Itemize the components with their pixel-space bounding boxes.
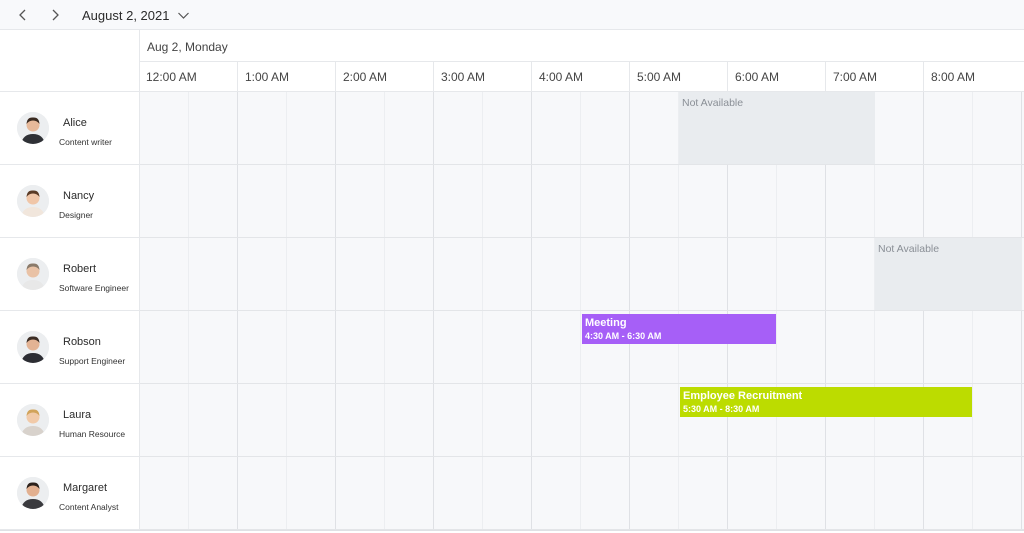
chevron-left-icon xyxy=(19,9,26,21)
time-slot-header: 7:00 AM xyxy=(825,62,923,92)
avatar xyxy=(17,331,49,363)
hour-gridline xyxy=(1021,92,1022,530)
hour-gridline xyxy=(237,92,238,530)
next-button[interactable] xyxy=(44,4,66,26)
appointment-title: Employee Recruitment xyxy=(683,390,803,402)
resource-row: Nancy Designer xyxy=(0,165,140,238)
avatar xyxy=(17,477,49,509)
scheduler-timeline: Aug 2, Monday 12:00 AM 1:00 AM 2:00 AM 3:00… xyxy=(0,30,1024,533)
avatar xyxy=(17,258,49,290)
resource-role: Human Resource xyxy=(59,429,126,439)
resource-name: Alice xyxy=(63,117,87,129)
appointment-time: 4:30 AM - 6:30 AM xyxy=(585,331,662,341)
time-slot-header: 6:00 AM xyxy=(727,62,825,92)
resource-name: Robson xyxy=(63,336,101,348)
bottom-divider xyxy=(0,530,1024,531)
hour-gridline xyxy=(531,92,532,530)
time-slot-header: 5:00 AM xyxy=(629,62,727,92)
avatar xyxy=(17,112,49,144)
hour-gridline xyxy=(629,92,630,530)
header-corner xyxy=(0,30,140,92)
time-slot-header: 1:00 AM xyxy=(237,62,335,92)
half-hour-gridline xyxy=(482,92,483,530)
resource-role: Designer xyxy=(59,210,94,220)
avatar xyxy=(17,404,49,436)
date-header-label: Aug 2, Monday xyxy=(147,40,228,54)
resource-row: Margaret Content Analyst xyxy=(0,457,140,530)
time-slot-header: 2:00 AM xyxy=(335,62,433,92)
blocked-time: Not Available xyxy=(679,92,875,164)
blocked-time-label: Not Available xyxy=(878,243,940,255)
scheduler-toolbar: August 2, 2021 xyxy=(0,0,1024,30)
hour-gridline xyxy=(335,92,336,530)
row-gridline xyxy=(140,310,1024,311)
hour-gridline xyxy=(923,92,924,530)
chevron-right-icon xyxy=(52,9,59,21)
date-header[interactable]: Aug 2, Monday xyxy=(140,30,1024,62)
resource-role: Content writer xyxy=(59,137,112,147)
blocked-time-label: Not Available xyxy=(682,97,744,109)
row-gridline xyxy=(140,164,1024,165)
resource-row: Laura Human Resource xyxy=(0,384,140,457)
resource-role: Software Engineer xyxy=(59,283,129,293)
half-hour-gridline xyxy=(188,92,189,530)
time-slot-header: 12:00 AM xyxy=(146,70,197,84)
half-hour-gridline xyxy=(972,92,973,530)
appointment-time: 5:30 AM - 8:30 AM xyxy=(683,404,760,414)
appointment-title: Meeting xyxy=(585,317,627,329)
appointment[interactable]: Meeting 4:30 AM - 6:30 AM xyxy=(582,314,776,344)
date-range-picker[interactable]: August 2, 2021 xyxy=(82,0,190,30)
resource-name: Nancy xyxy=(63,190,95,202)
time-slot-header: 3:00 AM xyxy=(433,62,531,92)
resource-name: Margaret xyxy=(63,482,108,494)
chevron-down-icon xyxy=(177,9,190,22)
hour-gridline xyxy=(433,92,434,530)
appointment[interactable]: Employee Recruitment 5:30 AM - 8:30 AM xyxy=(680,387,972,417)
previous-button[interactable] xyxy=(12,4,34,26)
half-hour-gridline xyxy=(384,92,385,530)
resource-role: Support Engineer xyxy=(59,356,126,366)
avatar xyxy=(17,185,49,217)
resource-row: Robert Software Engineer xyxy=(0,238,140,311)
resource-row: Alice Content writer xyxy=(0,92,140,165)
time-slot-header: 8:00 AM xyxy=(923,62,1021,92)
blocked-time: Not Available xyxy=(875,238,1022,310)
row-gridline xyxy=(140,383,1024,384)
time-slot-header: 4:00 AM xyxy=(531,62,629,92)
time-header: 12:00 AM 1:00 AM 2:00 AM 3:00 AM 4:00 AM 5:00… xyxy=(140,62,1024,92)
resource-role: Content Analyst xyxy=(59,502,119,512)
resource-name: Laura xyxy=(63,409,92,421)
current-date-label: August 2, 2021 xyxy=(82,7,170,23)
row-gridline xyxy=(140,456,1024,457)
half-hour-gridline xyxy=(286,92,287,530)
resource-row: Robson Support Engineer xyxy=(0,311,140,384)
resource-name: Robert xyxy=(63,263,97,275)
timeline-body[interactable]: Not Available Not Available Meeting 4:30 AM… xyxy=(140,92,1024,530)
half-hour-gridline xyxy=(580,92,581,530)
